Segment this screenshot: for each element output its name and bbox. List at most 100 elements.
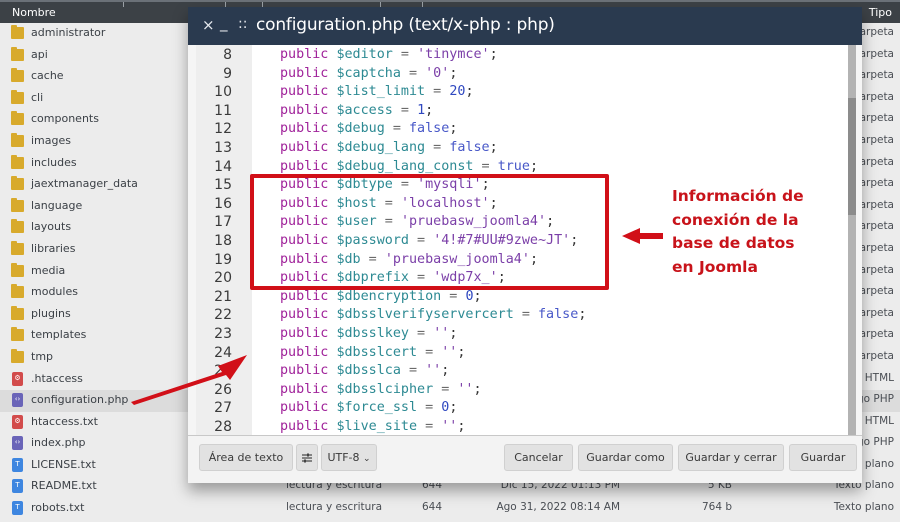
- textarea-mode-button[interactable]: Área de texto: [199, 444, 293, 471]
- line-number: 21: [214, 288, 232, 305]
- code-token-punc: ;: [449, 65, 458, 81]
- line-number: 27: [214, 400, 232, 417]
- save-and-close-button[interactable]: Guardar y cerrar: [678, 444, 784, 471]
- text-file-icon: T: [12, 457, 23, 472]
- code-token-punc: ;: [529, 158, 538, 174]
- file-name: cache: [31, 69, 64, 83]
- code-token-punc: ;: [473, 288, 482, 304]
- file-type: HTML: [864, 414, 894, 427]
- line-number: 19: [214, 251, 232, 268]
- file-size: 764 b: [701, 501, 732, 514]
- column-header-name[interactable]: Nombre: [12, 6, 56, 19]
- code-token-num: 20: [449, 84, 466, 100]
- code-line[interactable]: 24 public $dbsslcert = '';: [196, 344, 848, 363]
- code-line[interactable]: 9 public $captcha = '0';: [196, 65, 848, 84]
- cancel-button[interactable]: Cancelar: [504, 444, 573, 471]
- code-line[interactable]: 8 public $editor = 'tinymce';: [196, 46, 848, 65]
- code-token-atom: false: [409, 121, 450, 137]
- code-token-kw: public: [280, 47, 329, 62]
- code-token-punc: ;: [425, 102, 434, 118]
- file-octal: 644: [422, 501, 443, 514]
- code-token-punc: ;: [465, 84, 474, 100]
- chevron-down-icon: ⌄: [363, 454, 371, 464]
- code-line[interactable]: 22 public $dbsslverifyservercert = false;: [196, 306, 848, 325]
- annotation-line: base de datos: [672, 234, 795, 252]
- file-name: robots.txt: [31, 501, 85, 515]
- line-number: 18: [214, 233, 232, 249]
- file-name: images: [31, 133, 71, 147]
- file-name: cli: [31, 90, 44, 104]
- folder-icon: [11, 348, 24, 363]
- code-line[interactable]: 23 public $dbsslkey = '';: [196, 325, 848, 344]
- folder-icon: [11, 25, 24, 39]
- code-line[interactable]: 13 public $debug_lang = false;: [196, 139, 848, 158]
- dialog-title-bar[interactable]: × _ :: configuration.php (text/x-php : p…: [188, 7, 862, 45]
- code-line[interactable]: 12 public $debug = false;: [196, 120, 848, 139]
- drag-handle-icon[interactable]: ::: [238, 16, 247, 32]
- encoding-select[interactable]: UTF-8 ⌄: [321, 444, 377, 471]
- file-name: jaextmanager_data: [31, 177, 138, 191]
- code-text: public $dbsslca = '';: [280, 362, 449, 381]
- code-token-kw: public: [280, 326, 329, 341]
- code-text: public $live_site = '';: [280, 418, 465, 435]
- column-header-type[interactable]: Tipo: [869, 6, 892, 19]
- editor-settings-button[interactable]: [296, 444, 318, 471]
- code-token-kw: public: [280, 363, 329, 379]
- code-token-var: $debug_lang: [336, 140, 426, 155]
- sliders-icon: [302, 453, 312, 463]
- line-number: 25: [214, 363, 232, 380]
- file-name: language: [31, 198, 83, 212]
- code-line[interactable]: 26 public $dbsslcipher = '';: [196, 381, 848, 400]
- code-token-op: =: [417, 400, 442, 416]
- save-button[interactable]: Guardar: [789, 444, 857, 471]
- code-token-kw: public: [280, 307, 329, 323]
- code-line[interactable]: 10 public $list_limit = 20;: [196, 83, 848, 102]
- code-token-op: =: [384, 121, 409, 137]
- line-number: 12: [214, 121, 232, 138]
- file-type: HTML: [864, 371, 894, 384]
- code-token-punc: ;: [441, 363, 450, 379]
- db-credentials-highlight-box: [250, 174, 609, 290]
- code-line[interactable]: 25 public $dbsslca = '';: [196, 362, 848, 381]
- column-separator[interactable]: [123, 2, 124, 7]
- code-line[interactable]: 11 public $access = 1;: [196, 102, 848, 121]
- file-name: modules: [31, 285, 78, 299]
- code-token-kw: public: [280, 65, 329, 81]
- code-token-kw: public: [280, 102, 329, 118]
- line-number: 26: [214, 381, 232, 398]
- code-token-kw: public: [280, 400, 329, 416]
- code-token-var: $list_limit: [336, 84, 426, 100]
- php-file-icon: ‹›: [12, 436, 23, 451]
- folder-icon: [11, 240, 24, 255]
- code-text: public $dbsslkey = '';: [280, 325, 457, 344]
- file-row[interactable]: Trobots.txt lectura y escritura 644 Ago 31,…: [0, 498, 900, 520]
- code-token-atom: false: [538, 307, 579, 323]
- save-as-button[interactable]: Guardar como: [578, 444, 673, 471]
- minimize-icon[interactable]: _: [220, 14, 228, 32]
- file-name: README.txt: [31, 479, 97, 493]
- code-token-str: '': [441, 344, 458, 360]
- line-number: 15: [214, 177, 232, 194]
- code-token-op: =: [417, 344, 442, 360]
- code-token-kw: public: [280, 84, 329, 100]
- code-token-var: $force_ssl: [336, 400, 418, 416]
- line-number: 24: [214, 344, 232, 361]
- code-line[interactable]: 21 public $dbencryption = 0;: [196, 288, 848, 307]
- code-line[interactable]: 28 public $live_site = '';: [196, 418, 848, 435]
- code-token-var: $captcha: [336, 65, 401, 81]
- code-token-op: =: [513, 307, 538, 323]
- code-token-num: 0: [465, 288, 474, 304]
- code-line[interactable]: 27 public $force_ssl = 0;: [196, 399, 848, 418]
- code-token-punc: ;: [578, 307, 587, 323]
- file-name: libraries: [31, 241, 76, 255]
- code-token-op: =: [441, 288, 466, 304]
- code-text: public $dbencryption = 0;: [280, 288, 482, 307]
- code-token-op: =: [425, 140, 450, 155]
- line-number: 9: [223, 65, 232, 82]
- file-name: templates: [31, 328, 87, 342]
- file-name: configuration.php: [31, 393, 129, 407]
- close-icon[interactable]: ×: [202, 16, 215, 34]
- code-text: public $captcha = '0';: [280, 65, 457, 84]
- folder-icon: [11, 176, 24, 191]
- code-token-kw: public: [280, 419, 329, 434]
